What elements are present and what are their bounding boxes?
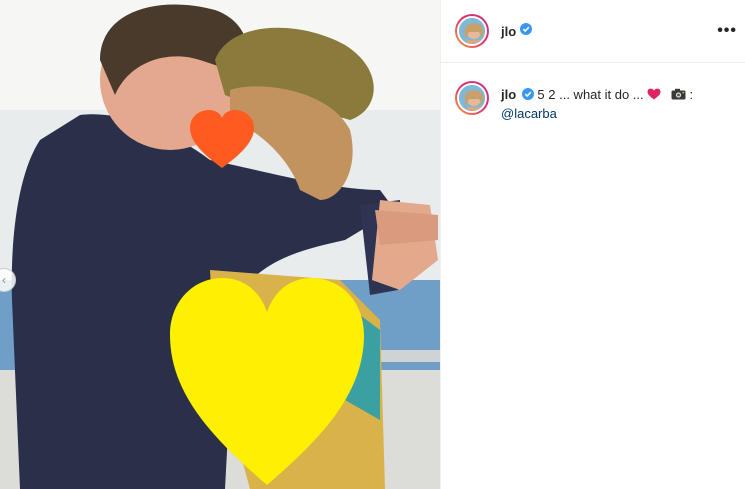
verified-badge-icon (520, 22, 533, 40)
caption-body: 5 2 ... what it do ... (537, 87, 644, 102)
caption-suffix: : (689, 87, 694, 102)
caption-username[interactable]: jlo (501, 87, 516, 102)
chevron-left-icon: ‹ (2, 273, 6, 287)
post-sidebar: jlo ••• jlo 5 2 ... what it do ... : @la… (440, 0, 745, 489)
post-photo[interactable]: ‹ (0, 0, 440, 489)
header-username[interactable]: jlo (501, 24, 516, 39)
red-heart-icon (647, 87, 665, 102)
avatar-image (457, 83, 487, 113)
photo-scene (0, 0, 440, 489)
mention-link[interactable]: @lacarba (501, 106, 557, 121)
caption-avatar[interactable] (455, 81, 489, 115)
camera-icon (671, 87, 690, 102)
verified-badge-icon (521, 87, 534, 105)
post-header: jlo ••• (441, 0, 745, 63)
more-options-icon[interactable]: ••• (717, 22, 737, 40)
caption-text: jlo 5 2 ... what it do ... : @lacarba (501, 81, 693, 123)
header-avatar[interactable] (455, 14, 489, 48)
avatar-image (457, 16, 487, 46)
post-caption: jlo 5 2 ... what it do ... : @lacarba (441, 63, 745, 123)
